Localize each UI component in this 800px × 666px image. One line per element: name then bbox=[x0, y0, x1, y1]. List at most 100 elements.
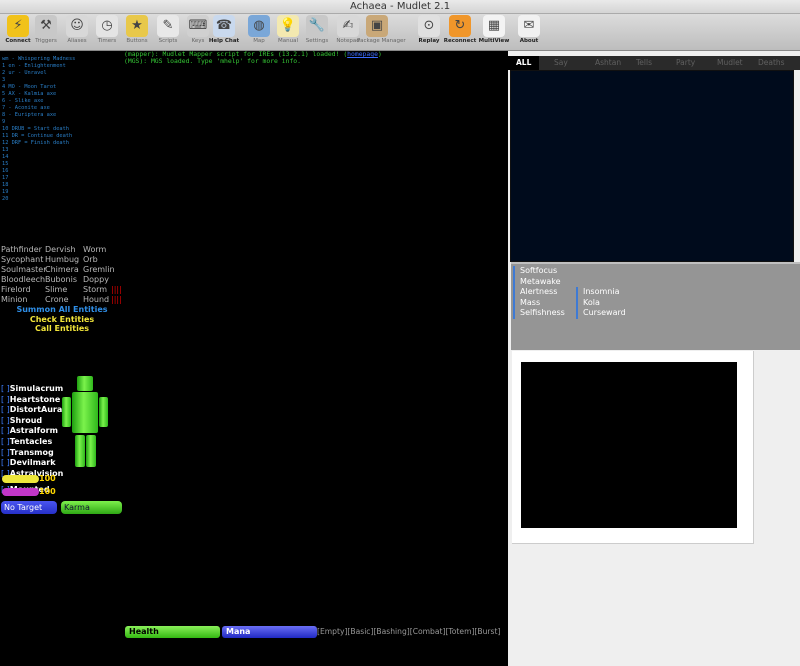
defence-label: DistortAura bbox=[9, 405, 63, 415]
defence-transmog[interactable]: [ ]Transmog bbox=[1, 448, 61, 459]
entity-indicator: |||| bbox=[111, 295, 122, 304]
entity-name[interactable]: Firelord bbox=[1, 285, 31, 295]
toolbar-label: MultiView bbox=[478, 38, 510, 44]
entity-name[interactable]: Dervish bbox=[45, 245, 76, 255]
combat-mode-selector[interactable]: [Empty][Basic][Bashing][Combat][Totem][B… bbox=[317, 626, 500, 638]
tab-all[interactable]: ALL bbox=[508, 56, 540, 70]
health-bar: Health bbox=[125, 626, 220, 638]
torso-part[interactable] bbox=[72, 392, 98, 433]
defence-heartstone[interactable]: [ ]Heartstone bbox=[1, 395, 61, 406]
entity-name[interactable]: Hound bbox=[83, 295, 109, 305]
entity-name[interactable]: Bloodleech bbox=[1, 275, 45, 285]
defence-label: Devilmark bbox=[9, 458, 56, 468]
head-part[interactable] bbox=[77, 376, 93, 391]
left-arm-part[interactable] bbox=[62, 397, 71, 427]
tab-tells[interactable]: Tells bbox=[636, 56, 652, 70]
entity-name[interactable]: Crone bbox=[45, 295, 69, 305]
tab-deaths[interactable]: Deaths bbox=[758, 56, 785, 70]
target-list-line: 2 ur - Unravel bbox=[2, 70, 47, 76]
entity-name[interactable]: Orb bbox=[83, 255, 98, 265]
target-list-line: 4 MO - Moon Tarot bbox=[2, 84, 57, 90]
entity-name[interactable]: Worm bbox=[83, 245, 106, 255]
entity-command-button[interactable]: Summon All Entities bbox=[1, 305, 123, 315]
defence-astralform[interactable]: [ ]Astralform bbox=[1, 426, 61, 437]
target-list-line: 16 bbox=[2, 168, 9, 174]
defence-tentacles[interactable]: [ ]Tentacles bbox=[1, 437, 61, 448]
left-leg-part[interactable] bbox=[75, 435, 85, 467]
target-list-line: 7 - Aconite axe bbox=[2, 105, 50, 111]
defence-distortaura[interactable]: [ ]DistortAura bbox=[1, 405, 63, 416]
toolbar-button-help-chat[interactable]: ☎ Help Chat bbox=[204, 15, 244, 50]
toolbar-button-package-manager[interactable]: ▣ Package Manager bbox=[357, 15, 406, 50]
mudlet-window: Achaea - Mudlet 2.1 ⚡ Connect ⚒ Triggers ☺ Al… bbox=[0, 0, 800, 666]
multiview-icon: ▦ bbox=[483, 15, 505, 37]
no-target-button[interactable]: No Target bbox=[1, 501, 57, 514]
tab-party[interactable]: Party bbox=[676, 56, 695, 70]
target-list-line: 13 bbox=[2, 147, 9, 153]
defence-checkbox[interactable]: [ ] bbox=[1, 416, 10, 425]
entity-name[interactable]: Minion bbox=[1, 295, 27, 305]
entity-row: Pathfinder Dervish Worm bbox=[1, 245, 123, 255]
console-link[interactable]: homepage bbox=[347, 51, 378, 58]
target-list-line: 14 bbox=[2, 154, 9, 160]
entity-name[interactable]: Doppy bbox=[83, 275, 109, 285]
entity-command-button[interactable]: Check Entities bbox=[1, 315, 123, 325]
target-list-line: 8 - Euriptera axe bbox=[2, 112, 57, 118]
console-text: MGS loaded. Type 'mhelp' for more info. bbox=[150, 57, 301, 65]
defence-devilmark[interactable]: [ ]Devilmark bbox=[1, 458, 61, 469]
willpower-bar bbox=[2, 488, 39, 496]
defence-checkbox[interactable]: [ ] bbox=[1, 458, 10, 467]
toolbar-button-multiview[interactable]: ▦ MultiView bbox=[474, 15, 514, 50]
tab-ashtan[interactable]: Ashtan bbox=[595, 56, 621, 70]
karma-button[interactable]: Karma bbox=[61, 501, 122, 514]
affliction-item: Alertness bbox=[513, 287, 557, 298]
right-arm-part[interactable] bbox=[99, 397, 108, 427]
entity-name[interactable]: Pathfinder bbox=[1, 245, 42, 255]
target-list-line: 15 bbox=[2, 161, 9, 167]
affliction-item: Curseward bbox=[576, 308, 626, 319]
entity-name[interactable]: Soulmaster bbox=[1, 265, 46, 275]
entity-name[interactable]: Storm bbox=[83, 285, 107, 295]
mapper-view[interactable] bbox=[521, 362, 737, 528]
entity-name[interactable]: Sycophant bbox=[1, 255, 43, 265]
defences-list: [ ]Simulacrum[ ]Heartstone[ ]DistortAura… bbox=[1, 384, 64, 479]
toolbar-button-about[interactable]: ✉ About bbox=[509, 15, 549, 50]
console-line: (MGS): MGS loaded. Type 'mhelp' for more… bbox=[124, 58, 508, 65]
defence-label: Astralform bbox=[9, 426, 58, 436]
entity-name[interactable]: Bubonis bbox=[45, 275, 77, 285]
entity-name[interactable]: Chimera bbox=[45, 265, 79, 275]
tab-say[interactable]: Say bbox=[554, 56, 568, 70]
entity-row: Bloodleech Bubonis Doppy bbox=[1, 275, 123, 285]
defence-checkbox[interactable]: [ ] bbox=[1, 405, 10, 414]
entity-command-button[interactable]: Call Entities bbox=[1, 324, 123, 334]
target-list-line: 20 bbox=[2, 196, 9, 202]
tab-mudlet[interactable]: Mudlet bbox=[717, 56, 743, 70]
entity-name[interactable]: Humbug bbox=[45, 255, 79, 265]
target-list-line: wm - Whispering Madness bbox=[2, 56, 76, 62]
about-icon: ✉ bbox=[518, 15, 540, 37]
aliases-icon: ☺ bbox=[66, 15, 88, 37]
settings-icon: 🔧 bbox=[306, 15, 328, 37]
defence-label: Simulacrum bbox=[9, 384, 64, 393]
main-console[interactable]: (mapper): Mudlet Mapper script for IREs … bbox=[124, 51, 508, 621]
endurance-value: 100 bbox=[39, 474, 56, 483]
defence-checkbox[interactable]: [ ] bbox=[1, 395, 10, 404]
help-chat-icon: ☎ bbox=[213, 15, 235, 37]
defence-label: Shroud bbox=[9, 415, 43, 425]
target-list-line: 1 en - Enlightenment bbox=[2, 63, 66, 69]
defence-checkbox[interactable]: [ ] bbox=[1, 448, 10, 457]
defence-checkbox[interactable]: [ ] bbox=[1, 426, 10, 435]
entities-panel: Pathfinder Dervish Worm Sycophant Humbug Orb S… bbox=[1, 245, 123, 334]
toolbar-label: About bbox=[519, 38, 539, 44]
defence-shroud[interactable]: [ ]Shroud bbox=[1, 416, 61, 427]
chat-window[interactable] bbox=[510, 70, 794, 262]
defence-checkbox[interactable]: [ ] bbox=[1, 384, 10, 393]
defence-simulacrum[interactable]: [ ]Simulacrum bbox=[1, 384, 64, 395]
triggers-icon: ⚒ bbox=[35, 15, 57, 37]
bottom-bar: Health Mana [Empty][Basic][Bashing][Comb… bbox=[124, 621, 508, 666]
entity-name[interactable]: Slime bbox=[45, 285, 67, 295]
right-leg-part[interactable] bbox=[86, 435, 96, 467]
entity-name[interactable]: Gremlin bbox=[83, 265, 115, 275]
defence-checkbox[interactable]: [ ] bbox=[1, 437, 10, 446]
reconnect-icon: ↻ bbox=[449, 15, 471, 37]
